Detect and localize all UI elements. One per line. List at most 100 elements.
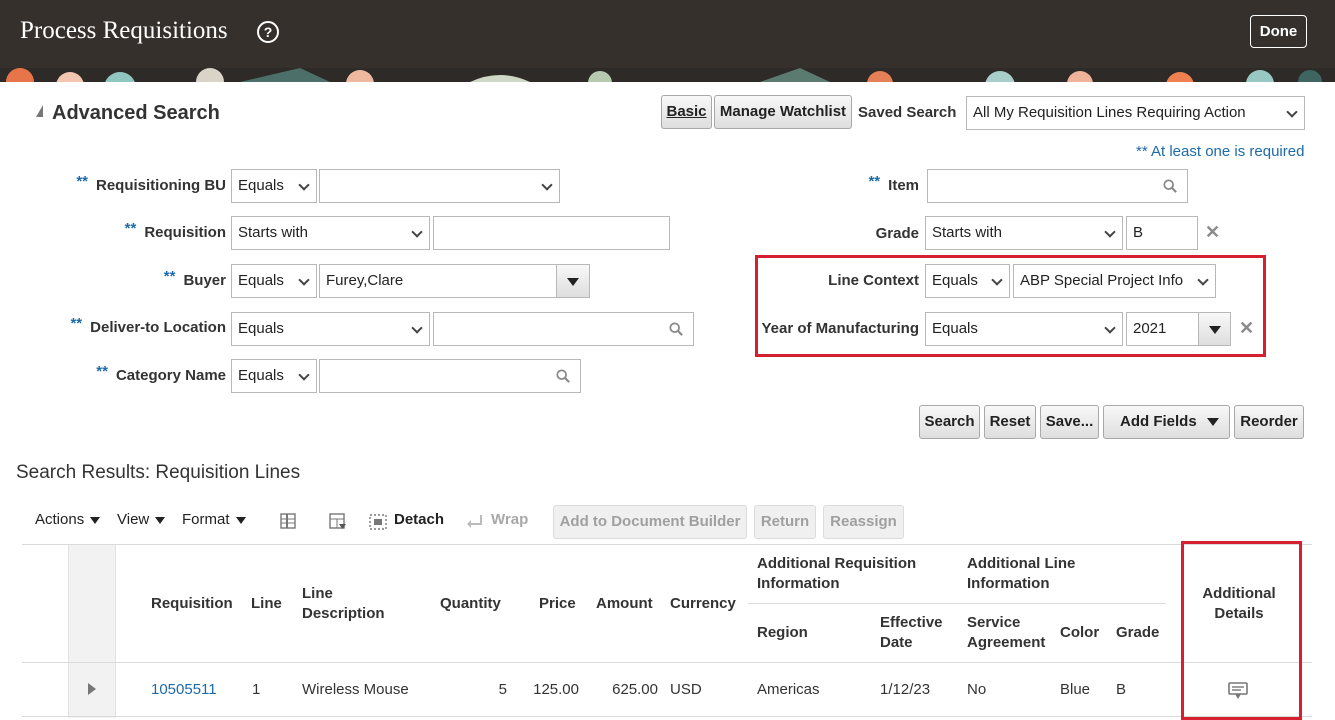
requisitioning-bu-label-text: Requisitioning BU — [96, 177, 226, 194]
remove-field-icon[interactable]: ✕ — [1239, 318, 1254, 339]
col-header-color[interactable]: Color — [1060, 623, 1099, 643]
year-input[interactable]: 2021 — [1126, 312, 1199, 346]
grade-input[interactable]: B — [1126, 216, 1198, 250]
caret-down-icon — [1208, 326, 1221, 334]
requisition-input[interactable] — [433, 216, 670, 250]
saved-search-value: All My Requisition Lines Requiring Actio… — [973, 104, 1246, 121]
buyer-label-text: Buyer — [183, 272, 226, 289]
item-input[interactable] — [927, 169, 1188, 203]
col-header-line-description[interactable]: Line Description — [302, 584, 385, 624]
help-icon[interactable]: ? — [257, 21, 279, 43]
operator-value: Equals — [932, 272, 978, 289]
requisitioning-bu-label: ** Requisitioning BU — [76, 173, 226, 194]
required-hint: ** At least one is required — [1136, 143, 1305, 160]
requisitioning-bu-select[interactable] — [319, 169, 560, 203]
header-line-2: Information — [967, 575, 1050, 592]
wrap-button[interactable]: Wrap — [491, 511, 528, 528]
remove-field-icon[interactable]: ✕ — [1205, 222, 1220, 243]
chevron-down-icon — [298, 369, 310, 381]
return-button[interactable]: Return — [754, 505, 816, 539]
detach-icon[interactable] — [368, 512, 388, 532]
view-menu[interactable]: View — [117, 511, 166, 528]
add-to-document-builder-button[interactable]: Add to Document Builder — [553, 505, 747, 539]
manage-watchlist-button[interactable]: Manage Watchlist — [714, 95, 852, 129]
banner-art — [0, 68, 1335, 82]
requisition-link[interactable]: 10505511 — [151, 681, 217, 698]
decorative-banner — [0, 68, 1335, 82]
deliver-to-operator[interactable]: Equals — [231, 312, 430, 346]
header-line-1: Service — [967, 614, 1021, 631]
search-button[interactable]: Search — [919, 405, 980, 439]
col-header-price[interactable]: Price — [539, 594, 576, 614]
format-label: Format — [182, 511, 230, 528]
search-icon[interactable] — [556, 369, 570, 383]
save-button[interactable]: Save... — [1040, 405, 1099, 439]
col-header-line[interactable]: Line — [251, 594, 282, 614]
reset-button[interactable]: Reset — [984, 405, 1036, 439]
header-line-2: Date — [880, 634, 913, 651]
freeze-columns-icon[interactable] — [279, 512, 299, 532]
add-fields-label: Add Fields — [1120, 413, 1197, 430]
columns-icon[interactable] — [328, 512, 348, 532]
search-icon[interactable] — [1163, 179, 1177, 193]
cell-line: 1 — [252, 681, 261, 698]
actions-menu[interactable]: Actions — [35, 511, 101, 528]
saved-search-select[interactable]: All My Requisition Lines Requiring Actio… — [966, 96, 1305, 130]
chevron-down-icon — [991, 274, 1003, 286]
cell-currency: USD — [670, 681, 702, 698]
advanced-search-title[interactable]: Advanced Search — [36, 102, 220, 125]
col-header-grade[interactable]: Grade — [1116, 623, 1159, 643]
chevron-down-icon — [1197, 274, 1209, 286]
results-title: Search Results: Requisition Lines — [16, 462, 301, 483]
year-dropdown-button[interactable] — [1198, 312, 1231, 346]
requisitioning-bu-operator[interactable]: Equals — [231, 169, 317, 203]
item-label-text: Item — [888, 177, 919, 194]
chevron-down-icon — [1104, 322, 1116, 334]
col-header-quantity[interactable]: Quantity — [440, 594, 501, 614]
format-menu[interactable]: Format — [182, 511, 246, 528]
basic-button[interactable]: Basic — [661, 95, 712, 129]
col-header-amount[interactable]: Amount — [596, 594, 653, 614]
header-line-1: Additional Line — [967, 555, 1076, 572]
chevron-down-icon — [1286, 106, 1298, 118]
expand-row-icon[interactable] — [88, 683, 96, 695]
cell-quantity: 5 — [498, 681, 507, 698]
buyer-operator[interactable]: Equals — [231, 264, 317, 298]
col-header-requisition[interactable]: Requisition — [151, 594, 233, 614]
col-header-service-agreement[interactable]: Service Agreement — [967, 613, 1045, 653]
line-context-operator[interactable]: Equals — [925, 264, 1010, 298]
deliver-to-input[interactable] — [433, 312, 694, 346]
grade-operator[interactable]: Starts with — [925, 216, 1123, 250]
page-title: Process Requisitions — [20, 17, 228, 44]
header-line-1: Line — [302, 585, 333, 602]
group-header-additional-line-info: Additional Line Information — [967, 554, 1075, 594]
chevron-down-icon — [298, 274, 310, 286]
buyer-dropdown-button[interactable] — [556, 264, 590, 298]
requisition-operator[interactable]: Starts with — [231, 216, 430, 250]
year-operator[interactable]: Equals — [925, 312, 1123, 346]
search-icon[interactable] — [669, 322, 683, 336]
cell-effective-date: 1/12/23 — [880, 681, 931, 698]
detach-button[interactable]: Detach — [394, 511, 444, 528]
additional-details-icon[interactable] — [1228, 682, 1248, 700]
buyer-input[interactable]: Furey,Clare — [319, 264, 557, 298]
category-input[interactable] — [319, 359, 581, 393]
item-label: ** Item — [868, 173, 919, 194]
col-header-region[interactable]: Region — [757, 623, 808, 643]
line-context-select[interactable]: ABP Special Project Info — [1013, 264, 1216, 298]
done-button[interactable]: Done — [1250, 15, 1307, 48]
line-context-value: ABP Special Project Info — [1020, 272, 1184, 289]
table-top-border — [22, 544, 1312, 545]
required-marker: ** — [70, 315, 83, 332]
reorder-button[interactable]: Reorder — [1234, 405, 1304, 439]
add-fields-button[interactable]: Add Fields — [1103, 405, 1230, 439]
table-header-border — [22, 662, 1312, 663]
reassign-button[interactable]: Reassign — [823, 505, 904, 539]
category-operator[interactable]: Equals — [231, 359, 317, 393]
col-header-effective-date[interactable]: Effective Date — [880, 613, 943, 653]
line-context-label: Line Context — [828, 272, 919, 289]
caret-down-icon — [567, 278, 579, 286]
col-header-currency[interactable]: Currency — [670, 594, 736, 614]
operator-value: Equals — [238, 177, 284, 194]
collapse-triangle-icon[interactable] — [36, 104, 43, 117]
